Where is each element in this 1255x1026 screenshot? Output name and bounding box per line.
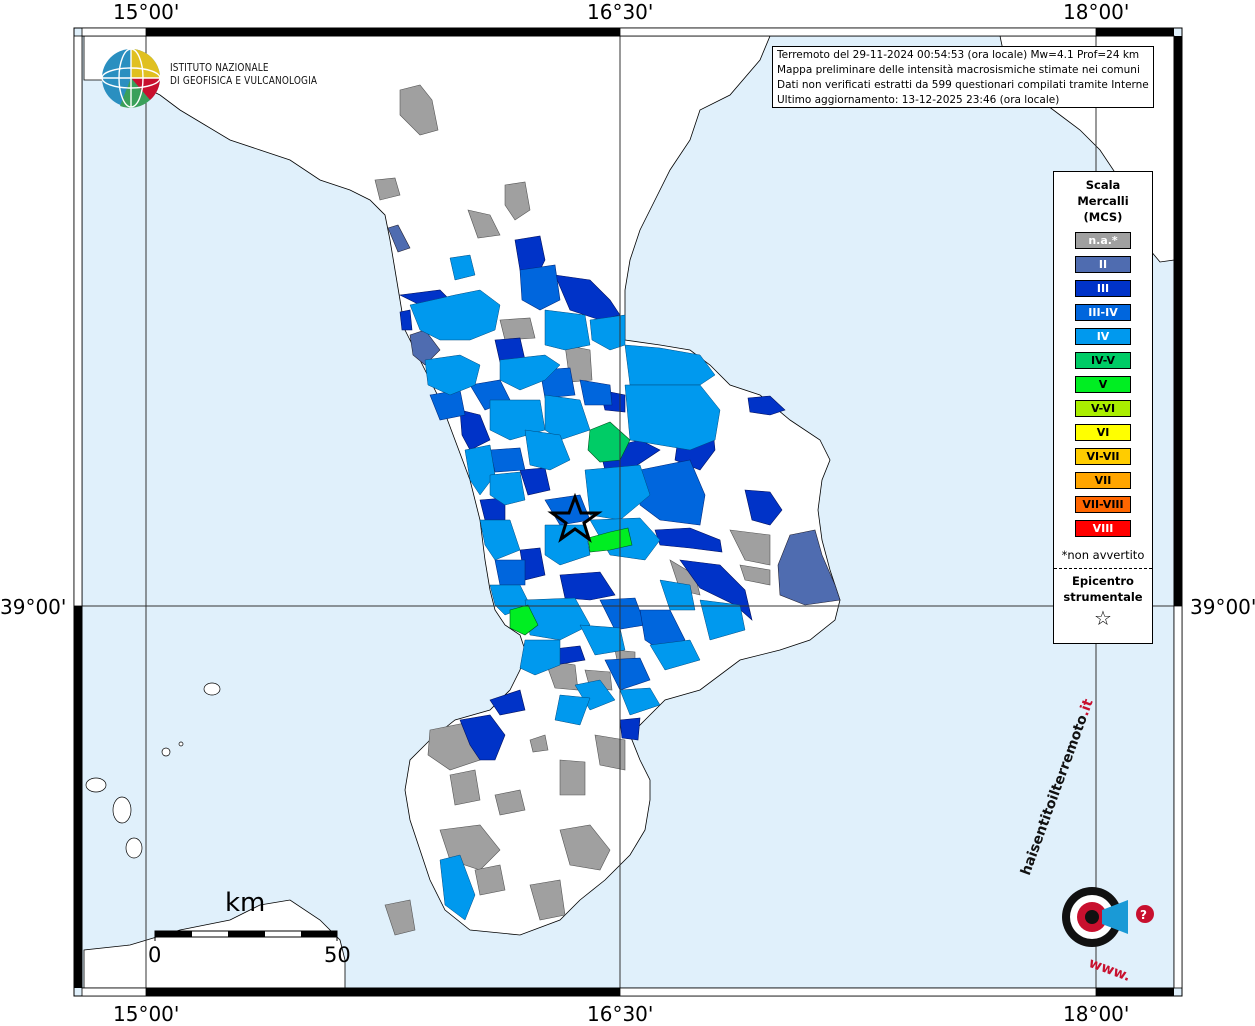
- island-vulcano: [125, 837, 143, 859]
- legend-item: VII-VIII: [1075, 496, 1131, 513]
- legend-item: III-IV: [1075, 304, 1131, 321]
- svg-text:?: ?: [1140, 908, 1147, 922]
- legend-epicenter-line-1: Epicentro: [1072, 574, 1134, 588]
- legend-epicenter-label: Epicentro strumentale: [1054, 573, 1152, 605]
- legend-item: V-VI: [1075, 400, 1131, 417]
- legend-item: VIII: [1075, 520, 1131, 537]
- legend-items: n.a.* II III III-IV IV IV-V V V-VI VI VI-VII VII VI…: [1054, 232, 1152, 537]
- legend-note: *non avvertito: [1061, 548, 1145, 562]
- scale-end: 50: [324, 943, 351, 967]
- star-outline-icon: ☆: [1094, 606, 1112, 630]
- info-line-1: Terremoto del 29-11-2024 00:54:53 (ora l…: [777, 49, 1140, 61]
- legend-title-line-1: Scala: [1085, 178, 1121, 192]
- watermark-logo: ? haisentitoilterremoto.it www.: [1018, 697, 1170, 985]
- info-line-2: Mappa preliminare delle intensità macros…: [777, 64, 1140, 76]
- island-stromboli: [203, 682, 221, 696]
- legend-item: IV-V: [1075, 352, 1131, 369]
- intensity-legend: Scala Mercalli (MCS) n.a.* II III III-IV IV I…: [1053, 171, 1153, 644]
- island-salina: [85, 777, 107, 793]
- top-longitude-label-3: 18°00': [1063, 0, 1130, 24]
- left-latitude-label: 39°00': [0, 595, 67, 619]
- island-lipari: [112, 796, 132, 824]
- bottom-longitude-label-2: 16°30': [587, 1002, 654, 1026]
- legend-title-line-3: (MCS): [1083, 210, 1123, 224]
- ingv-logo-text: ISTITUTO NAZIONALE DI GEOFISICA E VULCAN…: [170, 62, 317, 88]
- legend-epicenter-line-2: strumentale: [1063, 590, 1143, 604]
- bottom-longitude-label-3: 18°00': [1063, 1002, 1130, 1026]
- legend-item: III: [1075, 280, 1131, 297]
- legend-title: Scala Mercalli (MCS): [1054, 177, 1152, 225]
- right-latitude-label: 39°00': [1190, 595, 1255, 619]
- top-longitude-label-2: 16°30': [587, 0, 654, 24]
- logo-line-1: ISTITUTO NAZIONALE: [170, 62, 269, 74]
- legend-separator: [1054, 568, 1152, 569]
- legend-item: VII: [1075, 472, 1131, 489]
- scale-start: 0: [148, 943, 162, 967]
- island-dino: [178, 741, 184, 747]
- legend-item: VI-VII: [1075, 448, 1131, 465]
- island-panarea: [161, 747, 171, 757]
- legend-item: IV: [1075, 328, 1131, 345]
- legend-title-line-2: Mercalli: [1077, 194, 1129, 208]
- event-info-box: Terremoto del 29-11-2024 00:54:53 (ora l…: [772, 46, 1154, 108]
- info-line-4: Ultimo aggiornamento: 13-12-2025 23:46 (…: [777, 94, 1060, 106]
- legend-item: V: [1075, 376, 1131, 393]
- info-line-3: Dati non verificati estratti da 599 ques…: [777, 79, 1149, 91]
- bottom-longitude-label-1: 15°00': [113, 1002, 180, 1026]
- top-longitude-label-1: 15°00': [113, 0, 180, 24]
- legend-item: VI: [1075, 424, 1131, 441]
- logo-line-2: DI GEOFISICA E VULCANOLOGIA: [170, 75, 318, 87]
- legend-item: n.a.*: [1075, 232, 1131, 249]
- scale-unit: km: [225, 888, 266, 918]
- legend-item: II: [1075, 256, 1131, 273]
